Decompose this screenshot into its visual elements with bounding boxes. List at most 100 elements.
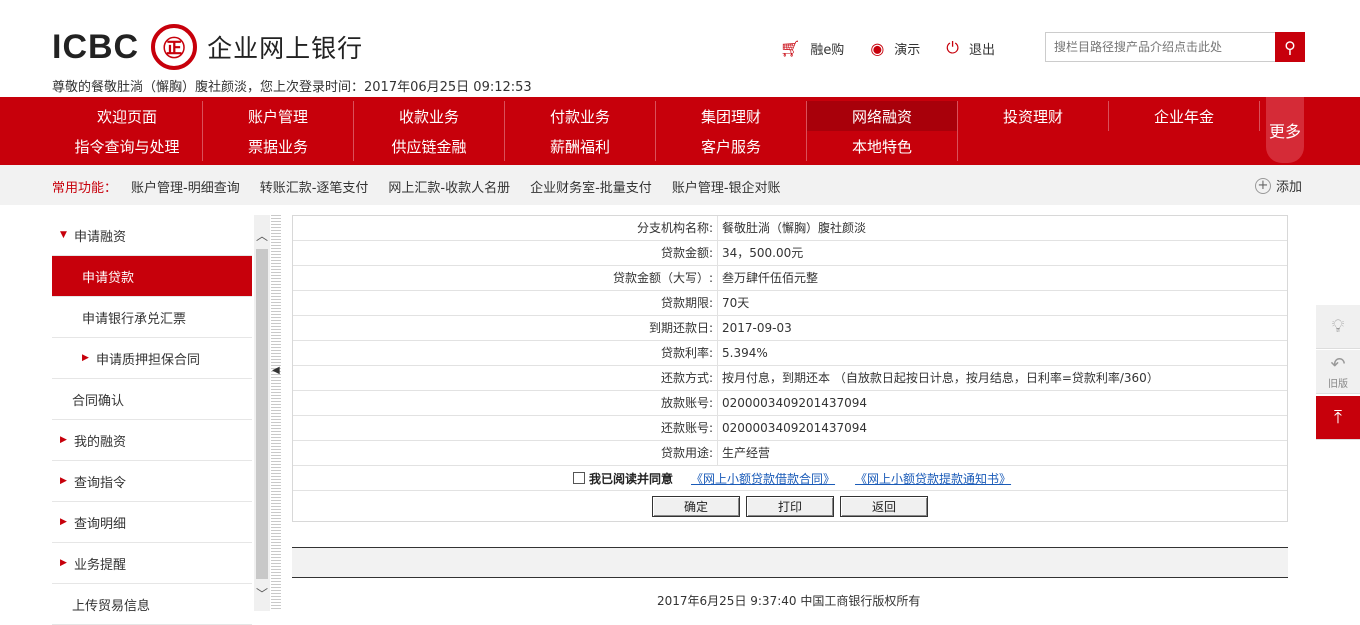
sidebar-item-label: 查询指令 [74,475,127,491]
caret-right-icon: ▶ [60,517,67,527]
scrollbar-thumb[interactable] [256,249,268,579]
top-link-label: 演示 [894,42,921,58]
old-version-button[interactable]: ↶ 旧版 [1316,350,1360,394]
form-value: 34，500.00元 [722,246,804,260]
sidebar-item[interactable]: ▶ 我的融资 [52,420,252,461]
nav-item[interactable]: 欢迎页面 [52,101,203,131]
cart-icon: 🛒︎ [780,38,801,58]
lightbulb-icon: 💡︎ [1331,316,1345,337]
sidebar-item[interactable]: ▼ 申请融资 [52,215,252,256]
agree-checkbox[interactable] [573,472,585,484]
favorite-link[interactable]: 企业财务室-批量支付 [530,177,652,196]
add-favorite-button[interactable]: + 添加 [1255,176,1302,195]
separator-band [292,547,1288,578]
nav-item[interactable]: 本地特色 [807,131,958,161]
sidebar-item-label: 申请贷款 [82,270,135,286]
form-value: 生产经营 [722,446,771,460]
favorite-link[interactable]: 转账汇款-逐笔支付 [260,177,369,196]
nav-item[interactable]: 集团理财 [656,101,807,131]
logo-text: ICBC [52,27,140,66]
sidebar-item[interactable]: ▶ 查询明细 [52,502,252,543]
withdrawal-notice-link[interactable]: 《网上小额贷款提款通知书》 [855,470,1011,487]
form-row: 贷款期限: 70天 [293,291,1287,316]
back-button[interactable]: 返回 [840,495,928,517]
favorite-link[interactable]: 网上汇款-收款人名册 [388,177,510,196]
form-label: 还款方式: [293,366,718,390]
nav-item-active[interactable]: 网络融资 [807,101,958,131]
search-button[interactable]: ⚲ [1275,32,1305,62]
arrow-up-to-top-icon: ⤒ [1334,407,1342,428]
footer-copyright: 2017年6月25日 9:37:40 中国工商银行版权所有 [657,594,921,608]
product-name: 企业网上银行 [207,34,364,63]
sidebar-item[interactable]: 申请贷款 [52,256,252,297]
confirm-button[interactable]: 确定 [652,495,740,517]
collapse-arrow-icon[interactable]: ◀ [272,365,280,376]
form-value: 70天 [722,296,750,310]
loan-contract-link[interactable]: 《网上小额贷款借款合同》 [691,470,835,487]
nav-item[interactable]: 企业年金 [1109,101,1260,131]
demo-link[interactable]: ◉ 演示 [870,39,920,58]
form-row: 贷款金额（大写）: 叁万肆仟伍佰元整 [293,266,1287,291]
main-nav: 欢迎页面 账户管理 收款业务 付款业务 集团理财 网络融资 投资理财 企业年金 … [0,97,1360,165]
form-value: 餐敬肚淌（懈胸）腹社颜淡 [722,221,867,235]
old-version-label: 旧版 [1328,378,1348,390]
form-value: 5.394% [722,346,768,360]
nav-grid: 欢迎页面 账户管理 收款业务 付款业务 集团理财 网络融资 投资理财 企业年金 … [52,97,1264,165]
eye-icon: ◉ [870,38,885,58]
welcome-message: 尊敬的餐敬肚淌（懈胸）腹社颜淡，您上次登录时间：2017年06月25日 09:1… [52,80,532,95]
search-input[interactable] [1045,32,1275,62]
logout-link[interactable]: ⏻ 退出 [946,38,995,58]
form-value: 2017-09-03 [722,321,792,335]
form-row: 到期还款日: 2017-09-03 [293,316,1287,341]
form-label: 贷款利率: [293,341,718,365]
nav-item[interactable]: 客户服务 [656,131,807,161]
favorite-link[interactable]: 账户管理-明细查询 [131,177,240,196]
tips-button[interactable]: 💡︎ [1316,305,1360,349]
back-to-top-button[interactable]: ⤒ [1316,396,1360,440]
sidebar-item-label: 查询明细 [74,516,127,532]
nav-item[interactable]: 投资理财 [958,101,1109,131]
nav-item[interactable]: 收款业务 [354,101,505,131]
print-button[interactable]: 打印 [746,495,834,517]
form-label: 还款账号: [293,416,718,440]
logo-seal-icon: ㊣ [151,24,198,70]
favorites-label: 常用功能： [52,181,118,196]
nav-more-button[interactable]: 更多 [1266,97,1304,163]
chevron-up-icon[interactable]: ︿ [254,227,270,247]
nav-item[interactable]: 指令查询与处理 [52,131,203,161]
nav-item[interactable]: 供应链金融 [354,131,505,161]
sidebar: ▼ 申请融资申请贷款申请银行承兑汇票 ▶ 申请质押担保合同合同确认 ▶ 我的融资 ▶ 查询指令… [52,215,252,625]
sidebar-item[interactable]: 上传贸易信息 [52,584,252,625]
header: ICBC ㊣ 企业网上银行 尊敬的餐敬肚淌（懈胸）腹社颜淡，您上次登录时间：20… [0,0,1360,97]
sidebar-item[interactable]: ▶ 查询指令 [52,461,252,502]
panel-splitter[interactable]: ◀ [271,215,281,611]
sidebar-item-label: 申请质押担保合同 [96,352,201,368]
agree-text: 我已阅读并同意 [589,471,674,486]
icbc-logo[interactable]: ICBC ㊣ 企业网上银行 [52,22,363,72]
form-row: 贷款金额: 34，500.00元 [293,241,1287,266]
form-value: 0200003409201437094 [722,396,868,410]
nav-item[interactable]: 票据业务 [203,131,354,161]
caret-right-icon: ▶ [60,476,67,486]
nav-item[interactable]: 付款业务 [505,101,656,131]
sidebar-item[interactable]: ▶ 业务提醒 [52,543,252,584]
sidebar-item[interactable]: 申请银行承兑汇票 [52,297,252,338]
favorite-link[interactable]: 账户管理-银企对账 [672,177,781,196]
form-row: 贷款用途: 生产经营 [293,441,1287,466]
form-row: 分支机构名称: 餐敬肚淌（懈胸）腹社颜淡 [293,216,1287,241]
form-value: 按月付息，到期还本 （自放款日起按日计息，按月结息，日利率=贷款利率/360） [722,371,1159,385]
form-label: 分支机构名称: [293,216,718,240]
sidebar-scrollbar[interactable]: ︿ ﹀ [254,215,270,611]
caret-down-icon: ▼ [60,230,67,240]
nav-item[interactable]: 账户管理 [203,101,354,131]
rong-e-gou-link[interactable]: 🛒︎ 融e购 [780,39,844,58]
chevron-down-icon[interactable]: ﹀ [254,585,270,605]
sidebar-item[interactable]: 合同确认 [52,379,252,420]
sidebar-item[interactable]: ▶ 申请质押担保合同 [52,338,252,379]
caret-right-icon: ▶ [82,353,89,363]
favorites-list: 账户管理-明细查询 转账汇款-逐笔支付 网上汇款-收款人名册 企业财务室-批量支… [131,177,801,196]
caret-right-icon: ▶ [60,558,67,568]
form-row: 贷款利率: 5.394% [293,341,1287,366]
nav-item[interactable]: 薪酬福利 [505,131,656,161]
form-value: 叁万肆仟伍佰元整 [722,271,819,285]
